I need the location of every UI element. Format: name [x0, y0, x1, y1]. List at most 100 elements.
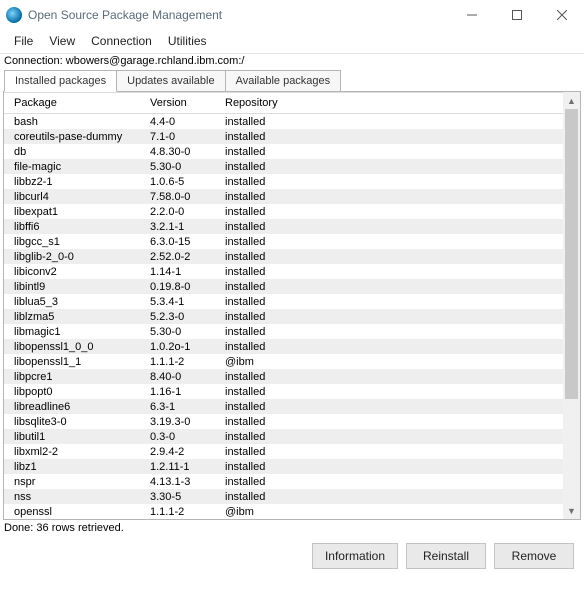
tabstrip: Installed packages Updates available Ava… — [0, 70, 584, 92]
table-row[interactable]: libutil10.3-0installed — [4, 429, 563, 444]
cell-version: 6.3-1 — [144, 399, 219, 414]
table-row[interactable]: bash4.4-0installed — [4, 114, 563, 130]
maximize-button[interactable] — [494, 0, 539, 30]
table-row[interactable]: libintl90.19.8-0installed — [4, 279, 563, 294]
minimize-button[interactable] — [449, 0, 494, 30]
cell-package: libreadline6 — [4, 399, 144, 414]
table-row[interactable]: openssl1.1.1-2@ibm — [4, 504, 563, 519]
menu-utilities[interactable]: Utilities — [160, 32, 215, 50]
cell-repository: installed — [219, 204, 563, 219]
table-row[interactable]: libglib-2_0-02.52.0-2installed — [4, 249, 563, 264]
information-button[interactable]: Information — [312, 543, 398, 569]
menu-view[interactable]: View — [41, 32, 83, 50]
table-row[interactable]: libpcre18.40-0installed — [4, 369, 563, 384]
table-row[interactable]: libcurl47.58.0-0installed — [4, 189, 563, 204]
window-controls — [449, 0, 584, 30]
cell-version: 6.3.0-15 — [144, 234, 219, 249]
scroll-down-arrow-icon[interactable]: ▼ — [563, 502, 580, 519]
table-row[interactable]: libopenssl1_0_01.0.2o-1installed — [4, 339, 563, 354]
tab-installed[interactable]: Installed packages — [4, 70, 117, 92]
cell-version: 4.8.30-0 — [144, 144, 219, 159]
cell-version: 2.2.0-0 — [144, 204, 219, 219]
cell-version: 7.58.0-0 — [144, 189, 219, 204]
cell-repository: installed — [219, 399, 563, 414]
cell-repository: installed — [219, 324, 563, 339]
table-row[interactable]: file-magic5.30-0installed — [4, 159, 563, 174]
tab-available[interactable]: Available packages — [225, 70, 342, 92]
cell-repository: installed — [219, 294, 563, 309]
cell-repository: installed — [219, 429, 563, 444]
table-row[interactable]: libz11.2.11-1installed — [4, 459, 563, 474]
packages-table: Package Version Repository bash4.4-0inst… — [4, 92, 563, 519]
table-row[interactable]: libopenssl1_11.1.1-2@ibm — [4, 354, 563, 369]
table-row[interactable]: libffi63.2.1-1installed — [4, 219, 563, 234]
cell-package: libiconv2 — [4, 264, 144, 279]
col-header-version[interactable]: Version — [144, 93, 219, 114]
scroll-track[interactable] — [563, 109, 580, 502]
table-row[interactable]: nspr4.13.1-3installed — [4, 474, 563, 489]
cell-package: libpcre1 — [4, 369, 144, 384]
cell-repository: installed — [219, 444, 563, 459]
cell-package: liblua5_3 — [4, 294, 144, 309]
cell-repository: installed — [219, 189, 563, 204]
table-row[interactable]: libmagic15.30-0installed — [4, 324, 563, 339]
col-header-package[interactable]: Package — [4, 93, 144, 114]
cell-package: openssl — [4, 504, 144, 519]
cell-package: liblzma5 — [4, 309, 144, 324]
table-row[interactable]: libgcc_s16.3.0-15installed — [4, 234, 563, 249]
cell-repository: installed — [219, 369, 563, 384]
cell-version: 0.3-0 — [144, 429, 219, 444]
cell-repository: installed — [219, 339, 563, 354]
cell-package: libxml2-2 — [4, 444, 144, 459]
cell-package: libz1 — [4, 459, 144, 474]
table-row[interactable]: liblzma55.2.3-0installed — [4, 309, 563, 324]
table-row[interactable]: db4.8.30-0installed — [4, 144, 563, 159]
cell-package: db — [4, 144, 144, 159]
table-row[interactable]: nss3.30-5installed — [4, 489, 563, 504]
cell-repository: installed — [219, 489, 563, 504]
app-icon — [6, 7, 22, 23]
cell-version: 3.19.3-0 — [144, 414, 219, 429]
reinstall-button[interactable]: Reinstall — [406, 543, 486, 569]
cell-package: libcurl4 — [4, 189, 144, 204]
cell-version: 1.0.6-5 — [144, 174, 219, 189]
cell-version: 1.0.2o-1 — [144, 339, 219, 354]
cell-package: nspr — [4, 474, 144, 489]
cell-repository: installed — [219, 264, 563, 279]
footer-buttons: Information Reinstall Remove — [0, 537, 584, 579]
col-header-repository[interactable]: Repository — [219, 93, 563, 114]
cell-version: 4.4-0 — [144, 114, 219, 130]
cell-repository: installed — [219, 114, 563, 130]
cell-version: 5.2.3-0 — [144, 309, 219, 324]
menu-file[interactable]: File — [6, 32, 41, 50]
vertical-scrollbar[interactable]: ▲ ▼ — [563, 92, 580, 519]
scroll-thumb[interactable] — [565, 109, 578, 399]
close-button[interactable] — [539, 0, 584, 30]
table-row[interactable]: libexpat12.2.0-0installed — [4, 204, 563, 219]
cell-version: 5.30-0 — [144, 324, 219, 339]
scroll-up-arrow-icon[interactable]: ▲ — [563, 92, 580, 109]
table-row[interactable]: liblua5_35.3.4-1installed — [4, 294, 563, 309]
cell-package: libsqlite3-0 — [4, 414, 144, 429]
table-row[interactable]: libbz2-11.0.6-5installed — [4, 174, 563, 189]
cell-repository: installed — [219, 174, 563, 189]
table-row[interactable]: libpopt01.16-1installed — [4, 384, 563, 399]
menu-connection[interactable]: Connection — [83, 32, 160, 50]
cell-version: 0.19.8-0 — [144, 279, 219, 294]
cell-version: 3.2.1-1 — [144, 219, 219, 234]
tab-updates[interactable]: Updates available — [116, 70, 225, 92]
table-row[interactable]: libreadline66.3-1installed — [4, 399, 563, 414]
cell-package: libbz2-1 — [4, 174, 144, 189]
cell-repository: installed — [219, 249, 563, 264]
table-row[interactable]: coreutils-pase-dummy7.1-0installed — [4, 129, 563, 144]
table-row[interactable]: libiconv21.14-1installed — [4, 264, 563, 279]
cell-version: 2.52.0-2 — [144, 249, 219, 264]
cell-package: libffi6 — [4, 219, 144, 234]
table-row[interactable]: libsqlite3-03.19.3-0installed — [4, 414, 563, 429]
cell-repository: @ibm — [219, 504, 563, 519]
cell-version: 5.3.4-1 — [144, 294, 219, 309]
remove-button[interactable]: Remove — [494, 543, 574, 569]
table-row[interactable]: libxml2-22.9.4-2installed — [4, 444, 563, 459]
cell-package: libgcc_s1 — [4, 234, 144, 249]
cell-package: coreutils-pase-dummy — [4, 129, 144, 144]
